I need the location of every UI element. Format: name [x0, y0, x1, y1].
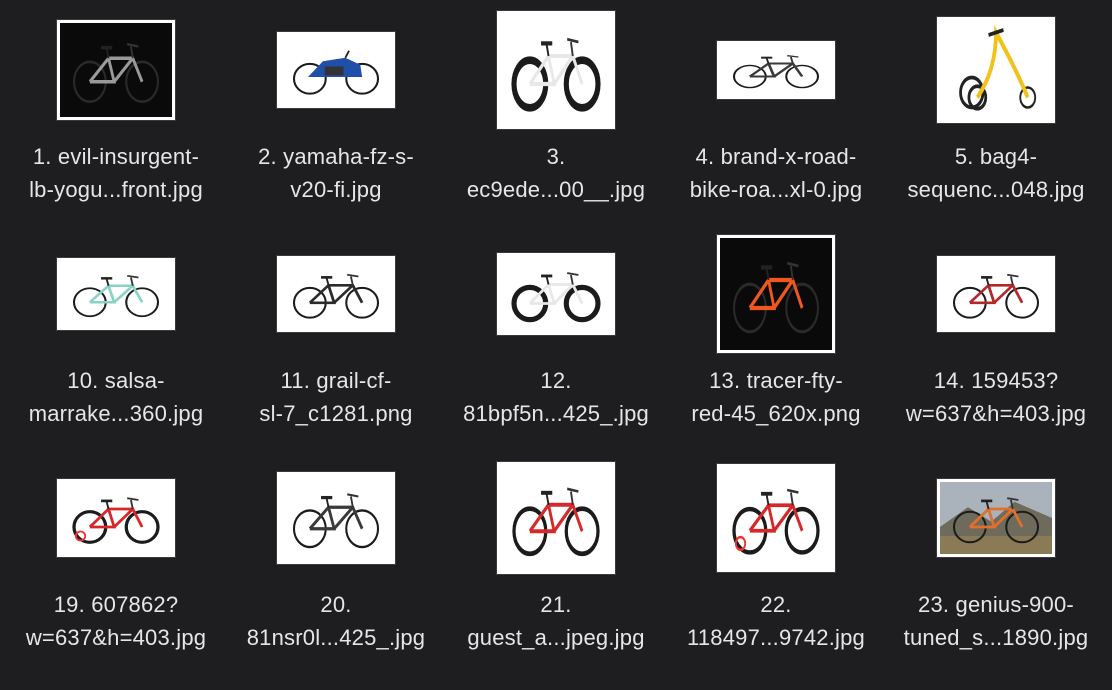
- thumbnail-area: [446, 0, 666, 140]
- file-name-line1: 12.: [540, 368, 572, 393]
- file-item[interactable]: 13. tracer-fty-red-45_620x.png: [666, 224, 886, 448]
- bmx-bike-photo[interactable]: [497, 462, 615, 574]
- file-item[interactable]: 19. 607862? w=637&h=403.jpg: [6, 448, 226, 672]
- file-grid: 1. evil-insurgent-lb-yogu...front.jpg 2.…: [0, 0, 1112, 690]
- file-name-line1: 22.: [760, 592, 792, 617]
- kids-bike-photo[interactable]: [717, 464, 835, 572]
- file-name-line1: 20.: [320, 592, 352, 617]
- file-item[interactable]: 3. ec9ede...00__.jpg: [446, 0, 666, 224]
- thumbnail-area: [446, 448, 666, 588]
- thumbnail-area: [666, 224, 886, 364]
- mountain-bike-photo[interactable]: [57, 20, 175, 120]
- kids-bike-photo[interactable]: [57, 479, 175, 557]
- file-name-line2: lb-yogu...front.jpg: [29, 177, 203, 202]
- file-name[interactable]: 10. salsa-marrake...360.jpg: [6, 364, 226, 430]
- file-item[interactable]: 22. 118497...9742.jpg: [666, 448, 886, 672]
- file-name[interactable]: 1. evil-insurgent-lb-yogu...front.jpg: [6, 140, 226, 206]
- file-item[interactable]: 11. grail-cf-sl-7_c1281.png: [226, 224, 446, 448]
- file-name-line1: 13. tracer-fty-: [709, 368, 843, 393]
- thumbnail-area: [886, 448, 1106, 588]
- thumbnail-area: [226, 448, 446, 588]
- file-name[interactable]: 13. tracer-fty-red-45_620x.png: [666, 364, 886, 430]
- enduro-bike-photo[interactable]: [717, 235, 835, 353]
- thumbnail-area: [6, 224, 226, 364]
- thumbnail-area: [666, 0, 886, 140]
- file-name-line1: 23. genius-900-: [918, 592, 1074, 617]
- file-name-line2: tuned_s...1890.jpg: [903, 625, 1089, 650]
- thumbnail-area: [226, 224, 446, 364]
- file-name-line1: 5. bag4-: [954, 144, 1038, 169]
- file-name-line1: 3.: [546, 144, 566, 169]
- file-name[interactable]: 4. brand-x-road-bike-roa...xl-0.jpg: [666, 140, 886, 206]
- motorcycle-photo[interactable]: [277, 32, 395, 108]
- file-name[interactable]: 12. 81bpf5n...425_.jpg: [446, 364, 666, 430]
- file-item[interactable]: 4. brand-x-road-bike-roa...xl-0.jpg: [666, 0, 886, 224]
- thumbnail-area: [886, 224, 1106, 364]
- file-name[interactable]: 21. guest_a...jpeg.jpg: [446, 588, 666, 654]
- file-name-line2: guest_a...jpeg.jpg: [467, 625, 645, 650]
- file-name-line2: ec9ede...00__.jpg: [466, 177, 646, 202]
- mountain-landscape-bike-photo[interactable]: [937, 479, 1055, 557]
- thumbnail-area: [446, 224, 666, 364]
- hybrid-bike-photo[interactable]: [937, 256, 1055, 332]
- file-item[interactable]: 12. 81bpf5n...425_.jpg: [446, 224, 666, 448]
- thumbnail-area: [666, 448, 886, 588]
- file-name-line1: 14. 159453?: [933, 368, 1059, 393]
- thumbnail-area: [886, 0, 1106, 140]
- file-name-line2: v20-fi.jpg: [290, 177, 382, 202]
- file-name[interactable]: 5. bag4- sequenc...048.jpg: [886, 140, 1106, 206]
- file-name-line2: sequenc...048.jpg: [907, 177, 1085, 202]
- file-item[interactable]: 1. evil-insurgent-lb-yogu...front.jpg: [6, 0, 226, 224]
- file-name-line2: 118497...9742.jpg: [687, 625, 865, 650]
- road-bike-photo[interactable]: [277, 472, 395, 564]
- file-name[interactable]: 3. ec9ede...00__.jpg: [446, 140, 666, 206]
- file-item[interactable]: 21. guest_a...jpeg.jpg: [446, 448, 666, 672]
- file-name-line1: 11. grail-cf-: [280, 368, 392, 393]
- file-item[interactable]: 2. yamaha-fz-s-v20-fi.jpg: [226, 0, 446, 224]
- file-name-line2: w=637&h=403.jpg: [905, 401, 1087, 426]
- file-item[interactable]: 10. salsa-marrake...360.jpg: [6, 224, 226, 448]
- thumbnail-area: [6, 0, 226, 140]
- file-name[interactable]: 2. yamaha-fz-s-v20-fi.jpg: [226, 140, 446, 206]
- file-name-line2: marrake...360.jpg: [28, 401, 204, 426]
- file-name[interactable]: 22. 118497...9742.jpg: [666, 588, 886, 654]
- file-name-line1: 21.: [540, 592, 572, 617]
- file-name-line2: sl-7_c1281.png: [259, 401, 413, 426]
- file-name-line2: 81bpf5n...425_.jpg: [463, 401, 649, 426]
- file-item[interactable]: 5. bag4- sequenc...048.jpg: [886, 0, 1106, 224]
- touring-bike-photo[interactable]: [57, 258, 175, 330]
- file-name-line1: 19. 607862?: [53, 592, 179, 617]
- file-name[interactable]: 20. 81nsr0l...425_.jpg: [226, 588, 446, 654]
- thumbnail-area: [6, 448, 226, 588]
- file-name-line1: 1. evil-insurgent-: [32, 144, 200, 169]
- file-name-line2: w=637&h=403.jpg: [25, 625, 207, 650]
- fat-bike-photo[interactable]: [497, 11, 615, 129]
- file-name-line2: 81nsr0l...425_.jpg: [246, 625, 426, 650]
- file-name-line1: 4. brand-x-road-: [695, 144, 857, 169]
- file-name-line1: 10. salsa-: [67, 368, 165, 393]
- file-name[interactable]: 19. 607862? w=637&h=403.jpg: [6, 588, 226, 654]
- trike-scooter-photo[interactable]: [937, 17, 1055, 123]
- file-name-line1: 2. yamaha-fz-s-: [258, 144, 414, 169]
- file-name-line2: bike-roa...xl-0.jpg: [689, 177, 863, 202]
- thumbnail-area: [226, 0, 446, 140]
- file-item[interactable]: 20. 81nsr0l...425_.jpg: [226, 448, 446, 672]
- file-name[interactable]: 14. 159453? w=637&h=403.jpg: [886, 364, 1106, 430]
- file-name[interactable]: 11. grail-cf-sl-7_c1281.png: [226, 364, 446, 430]
- file-name-line2: red-45_620x.png: [691, 401, 861, 426]
- file-name[interactable]: 23. genius-900- tuned_s...1890.jpg: [886, 588, 1106, 654]
- file-item[interactable]: 23. genius-900- tuned_s...1890.jpg: [886, 448, 1106, 672]
- gravel-bike-photo[interactable]: [277, 256, 395, 332]
- file-item[interactable]: 14. 159453? w=637&h=403.jpg: [886, 224, 1106, 448]
- road-bike-photo[interactable]: [717, 41, 835, 99]
- fat-bike-photo[interactable]: [497, 253, 615, 335]
